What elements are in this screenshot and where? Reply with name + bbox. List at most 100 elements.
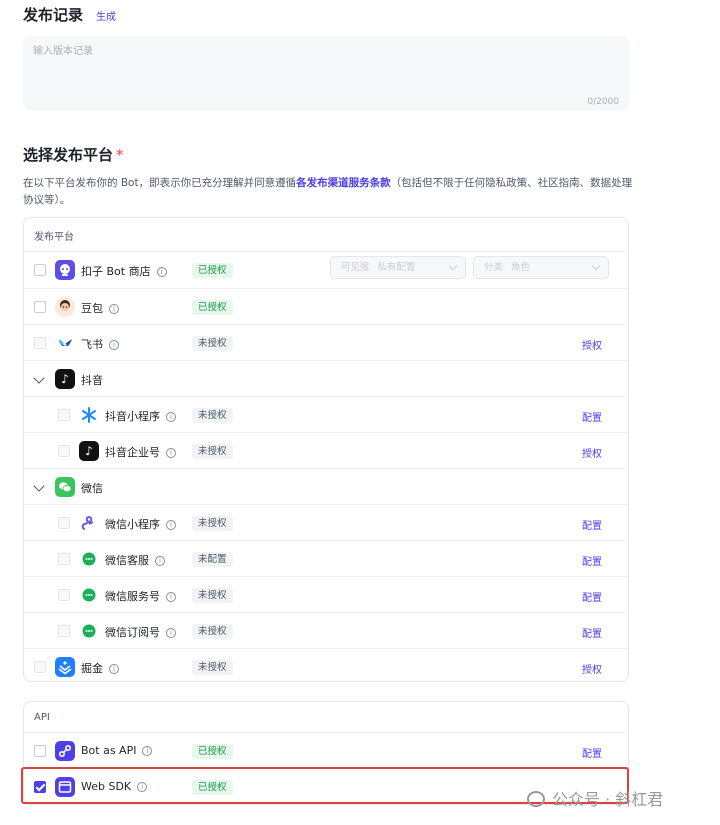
feishu-checkbox[interactable] bbox=[34, 337, 46, 349]
wechat-official-config-link[interactable]: 配置 bbox=[582, 589, 602, 604]
platform-group-wechat[interactable]: 微信 bbox=[24, 468, 628, 504]
terms-link[interactable]: 各发布渠道服务条款 bbox=[296, 177, 391, 189]
watermark: 公众号 · 斜杠君 bbox=[527, 786, 663, 810]
douyin-miniapp-config-link[interactable]: 配置 bbox=[582, 409, 602, 424]
info-icon[interactable]: i bbox=[166, 520, 176, 530]
coze-store-status-badge: 已授权 bbox=[192, 263, 233, 278]
wechat-service-name: 微信客服 bbox=[105, 554, 149, 567]
platform-row-juejin: 掘金 i 未授权 授权 bbox=[24, 648, 628, 684]
bot-api-name: Bot as API bbox=[81, 744, 137, 757]
douyin-miniapp-logo-icon bbox=[79, 405, 99, 425]
generate-button[interactable]: 生成 bbox=[96, 8, 116, 23]
juejin-authorize-link[interactable]: 授权 bbox=[582, 661, 602, 676]
publish-platform-header: 发布平台 bbox=[34, 232, 74, 243]
info-icon[interactable]: i bbox=[109, 304, 119, 314]
api-header: API bbox=[34, 712, 50, 723]
wechat-group-name: 微信 bbox=[81, 482, 103, 495]
bot-api-name-wrap: Bot as API i bbox=[81, 744, 153, 757]
wechat-subscription-name: 微信订阅号 bbox=[105, 626, 160, 639]
terms-desc-before: 在以下平台发布你的 Bot，即表示你已充分理解并同意遵循 bbox=[23, 177, 297, 189]
release-notes-placeholder: 输入版本记录 bbox=[33, 46, 93, 57]
platform-row-wechat-subscription: 微信订阅号 i 未授权 配置 bbox=[24, 612, 628, 648]
info-icon[interactable]: i bbox=[109, 340, 119, 350]
douyin-enterprise-logo-icon: ♪ bbox=[79, 441, 99, 461]
info-icon[interactable]: i bbox=[155, 556, 165, 566]
wechat-official-status-badge: 未授权 bbox=[192, 588, 233, 603]
feishu-authorize-link[interactable]: 授权 bbox=[582, 337, 602, 352]
coze-store-name: 扣子 Bot 商店 bbox=[81, 265, 151, 278]
coze-store-logo-icon bbox=[55, 260, 75, 280]
douyin-miniapp-name-wrap: 抖音小程序 i bbox=[105, 408, 176, 424]
wechat-miniapp-config-link[interactable]: 配置 bbox=[582, 517, 602, 532]
release-notes-input[interactable]: 输入版本记录 0/2000 bbox=[23, 36, 629, 111]
wechat-miniapp-logo-icon bbox=[79, 513, 99, 533]
wechat-miniapp-name: 微信小程序 bbox=[105, 518, 160, 531]
juejin-checkbox[interactable] bbox=[34, 661, 46, 673]
platform-group-douyin[interactable]: ♪ 抖音 bbox=[24, 360, 628, 396]
doubao-status-badge: 已授权 bbox=[192, 300, 233, 315]
douyin-group-name: 抖音 bbox=[81, 374, 103, 387]
wechat-subscription-checkbox[interactable] bbox=[58, 625, 70, 637]
release-notes-title: 发布记录 bbox=[23, 6, 84, 24]
douyin-enterprise-status-badge: 未授权 bbox=[192, 444, 233, 459]
douyin-miniapp-name: 抖音小程序 bbox=[105, 410, 160, 423]
wechat-subscription-config-link[interactable]: 配置 bbox=[582, 625, 602, 640]
juejin-logo-icon bbox=[55, 657, 75, 677]
wechat-service-checkbox[interactable] bbox=[58, 553, 70, 565]
wechat-subscription-name-wrap: 微信订阅号 i bbox=[105, 624, 176, 640]
platform-row-doubao: 豆包 i 已授权 bbox=[24, 288, 628, 324]
wechat-logo-icon bbox=[55, 477, 75, 497]
visibility-value: 私有配置 bbox=[377, 262, 416, 273]
info-icon[interactable]: i bbox=[166, 592, 176, 602]
wechat-watermark-icon bbox=[527, 791, 545, 807]
terms-description: 在以下平台发布你的 Bot，即表示你已充分理解并同意遵循各发布渠道服务条款（包括… bbox=[23, 175, 633, 209]
info-icon[interactable]: i bbox=[166, 448, 176, 458]
douyin-miniapp-checkbox[interactable] bbox=[58, 409, 70, 421]
required-mark: * bbox=[116, 146, 124, 164]
platform-row-douyin-miniapp: 抖音小程序 i 未授权 配置 bbox=[24, 396, 628, 432]
wechat-official-name: 微信服务号 bbox=[105, 590, 160, 603]
info-icon[interactable]: i bbox=[166, 412, 176, 422]
bot-api-config-link[interactable]: 配置 bbox=[582, 745, 602, 760]
douyin-enterprise-authorize-link[interactable]: 授权 bbox=[582, 445, 602, 460]
wechat-official-checkbox[interactable] bbox=[58, 589, 70, 601]
wechat-service-logo-icon bbox=[79, 549, 99, 569]
category-select[interactable]: 分类 角色 bbox=[473, 256, 609, 279]
platform-row-wechat-miniapp: 微信小程序 i 未授权 配置 bbox=[24, 504, 628, 540]
doubao-name: 豆包 bbox=[81, 302, 103, 315]
doubao-checkbox[interactable] bbox=[34, 301, 46, 313]
juejin-name: 掘金 bbox=[81, 662, 103, 675]
bot-api-checkbox[interactable] bbox=[34, 745, 46, 757]
douyin-enterprise-checkbox[interactable] bbox=[58, 445, 70, 457]
chevron-down-icon[interactable] bbox=[33, 372, 45, 384]
wechat-miniapp-name-wrap: 微信小程序 i bbox=[105, 516, 176, 532]
coze-store-name-wrap: 扣子 Bot 商店 i bbox=[81, 263, 167, 279]
wechat-official-name-wrap: 微信服务号 i bbox=[105, 588, 176, 604]
doubao-logo-icon bbox=[55, 297, 75, 317]
wechat-service-status-badge: 未配置 bbox=[192, 552, 233, 567]
visibility-select[interactable]: 可见度 私有配置 bbox=[330, 256, 466, 279]
douyin-enterprise-name: 抖音企业号 bbox=[105, 446, 160, 459]
publish-platform-card: 发布平台 扣子 Bot 商店 i 已授权 可见度 私有配置 分类 角色 豆包 i 已授权… bbox=[23, 217, 629, 682]
wechat-service-name-wrap: 微信客服 i bbox=[105, 552, 165, 568]
bot-api-link-icon bbox=[55, 741, 75, 761]
info-icon[interactable]: i bbox=[166, 628, 176, 638]
category-value: 角色 bbox=[511, 262, 531, 273]
feishu-logo-icon bbox=[55, 333, 75, 353]
wechat-official-logo-icon bbox=[79, 585, 99, 605]
platform-row-feishu: 飞书 i 未授权 授权 bbox=[24, 324, 628, 360]
douyin-enterprise-name-wrap: 抖音企业号 i bbox=[105, 444, 176, 460]
wechat-miniapp-checkbox[interactable] bbox=[58, 517, 70, 529]
chevron-down-icon bbox=[591, 261, 601, 271]
coze-store-checkbox[interactable] bbox=[34, 264, 46, 276]
info-icon[interactable]: i bbox=[156, 267, 167, 277]
info-icon[interactable]: i bbox=[142, 746, 153, 756]
info-icon[interactable]: i bbox=[109, 664, 119, 674]
wechat-service-config-link[interactable]: 配置 bbox=[582, 553, 602, 568]
category-label: 分类 bbox=[484, 262, 504, 273]
feishu-status-badge: 未授权 bbox=[192, 336, 233, 351]
feishu-name: 飞书 bbox=[81, 338, 103, 351]
wechat-subscription-logo-icon bbox=[79, 621, 99, 641]
chevron-down-icon[interactable] bbox=[33, 480, 45, 492]
chevron-down-icon bbox=[448, 261, 458, 271]
